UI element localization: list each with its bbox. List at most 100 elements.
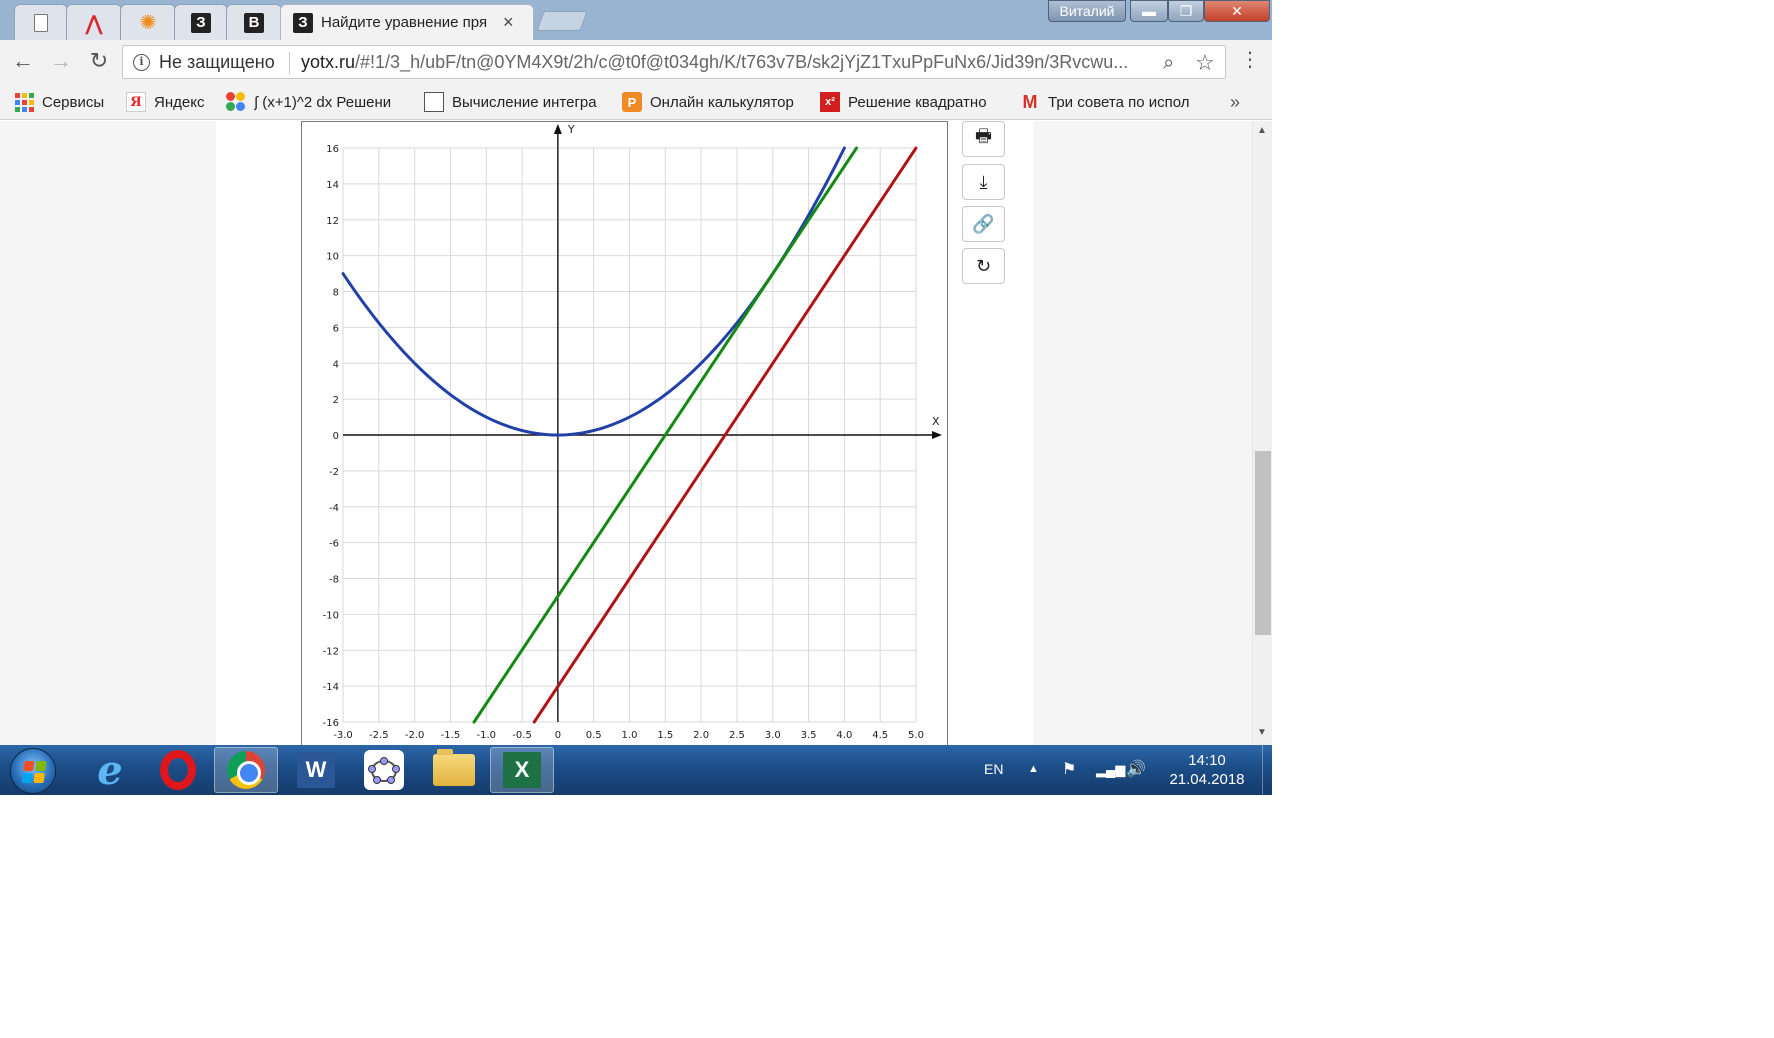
url-text[interactable]: yotx.ru/#!1/3_h/ubF/tn@0YM4X9t/2h/c@t0f@… [301,52,1161,73]
anchor-logo-icon: ⋀ [85,10,103,35]
y-tick-label: -6 [329,539,339,550]
forward-button[interactable]: → [48,50,74,74]
taskbar-opera[interactable] [146,747,210,793]
y-tick-label: 2 [333,395,339,406]
vertical-scrollbar[interactable]: ▲ ▼ [1252,121,1272,745]
yandex-icon: Я [126,92,146,112]
x-tick-label: -2.5 [369,730,389,741]
x-tick-label: 5.0 [908,730,924,741]
sun-gear-icon: ✺ [139,12,157,34]
bookmark-online-calc[interactable]: P Онлайн калькулятор [622,90,808,114]
scroll-down-icon[interactable]: ▼ [1257,727,1267,738]
tab-title: Найдите уравнение пря [321,14,488,31]
y-axis-arrow [553,124,562,134]
x-tick-label: -1.5 [441,730,461,741]
bookmark-quadratic[interactable]: x² Решение квадратно [820,90,1006,114]
bookmark-label: Онлайн калькулятор [650,93,794,111]
taskbar: e W X EN ▲ ⚑ ▂▄▆ 🔊 14:10 21.04.2018 [0,745,1272,795]
tab-sun[interactable]: ✺ [120,4,176,40]
bookmark-integral[interactable]: ∫ (x+1)^2 dx Решени [226,90,412,114]
x-tick-label: -0.5 [512,730,532,741]
menu-icon[interactable]: ⋮ [1240,50,1260,70]
tab-active[interactable]: З Найдите уравнение пря × [280,4,534,40]
action-center-flag-icon[interactable]: ⚑ [1062,759,1076,779]
box-icon [424,92,444,112]
volume-icon[interactable]: 🔊 [1126,759,1146,779]
taskbar-ie[interactable]: e [78,746,142,794]
bookmark-label: Три совета по испол [1048,93,1190,111]
y-tick-label: -16 [323,718,339,729]
function-graph: X Y -3.0 -2.5 -2.0 -1.5 -1.0 -0.5 0 0.5 1.0 1.5 2.0 2… [323,123,942,741]
tab-blank[interactable] [14,4,68,40]
z3-icon: З [191,12,211,33]
bookmarks-more-button[interactable]: » [1230,92,1240,113]
tab-z3[interactable]: З [174,4,228,40]
print-button[interactable]: 🖶 [962,121,1005,157]
taskbar-explorer[interactable] [422,747,486,793]
bookmark-star-icon[interactable]: ☆ [1195,50,1215,76]
y-tick-label: -12 [323,646,339,657]
taskbar-geogebra[interactable] [352,747,416,793]
x-tick-label: -3.0 [333,730,353,741]
tab-anchor[interactable]: ⋀ [66,4,122,40]
y-tick-label: 8 [333,288,339,299]
taskbar-excel[interactable]: X [490,747,554,793]
start-button[interactable] [10,748,56,794]
taskbar-chrome[interactable] [214,747,278,793]
z3-icon: З [293,12,313,33]
print-icon: 🖶 [975,126,992,146]
explorer-folder-icon [433,749,475,786]
bookmark-services[interactable]: Сервисы [14,90,114,114]
info-icon[interactable]: i [133,54,150,71]
show-desktop-button[interactable] [1262,745,1272,795]
bookmark-yandex[interactable]: Я Яндекс [126,90,218,114]
download-button[interactable]: ⤓ [962,164,1005,200]
show-hidden-icons-icon[interactable]: ▲ [1028,763,1039,775]
zoom-icon[interactable]: ⌕ [1163,52,1174,75]
scroll-thumb[interactable] [1255,451,1271,635]
profile-button[interactable]: Виталий [1048,0,1126,22]
bookmark-label: Решение квадратно [848,93,987,111]
close-tab-icon[interactable]: × [503,12,514,33]
graph-frame: X Y -3.0 -2.5 -2.0 -1.5 -1.0 -0.5 0 0.5 1.0 1.5 2.0 2… [301,121,948,745]
scroll-up-icon[interactable]: ▲ [1257,125,1267,136]
back-button[interactable]: ← [10,50,36,74]
tab-b[interactable]: B [226,4,282,40]
b-icon: B [244,12,264,33]
network-signal-icon[interactable]: ▂▄▆ [1096,762,1125,778]
link-icon: 🔗 [972,213,995,234]
language-indicator[interactable]: EN [984,761,1003,777]
x-tick-label: 2.0 [693,730,709,741]
bookmarks-bar: Сервисы Я Яндекс ∫ (x+1)^2 dx Решени Выч… [0,84,1272,120]
browser-window: ⋀ ✺ З B З Найдите уравнение пря × Витали… [0,0,1272,795]
security-label[interactable]: Не защищено [159,52,275,73]
y-tick-label: -8 [329,575,339,586]
link-button[interactable]: 🔗 [962,206,1005,242]
maximize-button[interactable]: ❐ [1168,0,1204,22]
bookmark-label: Яндекс [154,93,205,111]
minimize-button[interactable]: ▬ [1130,0,1168,22]
y-tick-label: 4 [333,359,339,370]
chrome-icon [227,751,265,789]
reload-button[interactable]: ↻ [86,50,112,74]
x-tick-label: 3.5 [801,730,817,741]
clock-time: 14:10 [1188,752,1226,769]
y-tick-label: -14 [323,682,339,693]
bookmark-label: ∫ (x+1)^2 dx Решени [254,93,392,111]
taskbar-word[interactable]: W [284,747,348,793]
new-tab-button[interactable] [536,11,588,31]
y-tick-label: 0 [333,431,339,442]
close-window-button[interactable]: ✕ [1204,0,1270,22]
x-tick-label: 4.5 [872,730,888,741]
clover-icon [226,92,246,112]
y-axis-label: Y [567,123,575,136]
x-tick-label: 4.0 [836,730,852,741]
word-icon: W [297,752,335,788]
internet-explorer-icon: e [97,746,123,794]
bookmark-integral-calc[interactable]: Вычисление интегра [424,90,610,114]
system-clock[interactable]: 14:10 21.04.2018 [1160,751,1254,789]
url-path: /#!1/3_h/ubF/tn@0YM4X9t/2h/c@t0f@t034gh/… [355,52,1129,72]
bookmark-tips[interactable]: M Три совета по испол [1020,90,1206,114]
address-bar[interactable]: i Не защищено yotx.ru/#!1/3_h/ubF/tn@0YM… [122,45,1226,79]
share-button[interactable]: ↻ [962,248,1005,284]
